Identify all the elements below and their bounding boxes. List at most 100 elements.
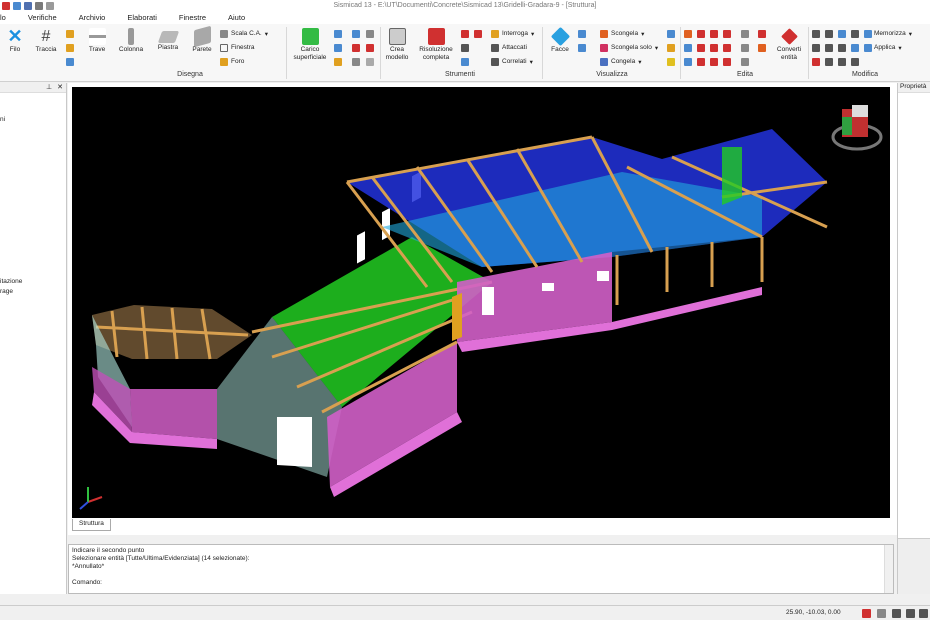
trim-icon[interactable] xyxy=(723,30,731,38)
eraser-icon[interactable] xyxy=(366,58,374,66)
list-item[interactable]: rage xyxy=(0,288,13,295)
list-item[interactable]: ni xyxy=(0,116,5,123)
menu-finestre[interactable]: Finestre xyxy=(168,12,217,24)
close-icon[interactable]: ✕ xyxy=(57,83,63,92)
undo-icon[interactable] xyxy=(812,30,820,38)
pen-icon[interactable] xyxy=(352,58,360,66)
interroga-button[interactable]: Interroga ▾ xyxy=(491,28,534,39)
explode-icon[interactable] xyxy=(758,30,766,38)
zoom-icon[interactable] xyxy=(578,44,586,52)
scala-ca-button[interactable]: Scala C.A. ▾ xyxy=(220,28,268,39)
view-icon[interactable] xyxy=(578,30,586,38)
move-icon[interactable] xyxy=(684,30,692,38)
crea-modello-button[interactable]: Crea modello xyxy=(383,28,411,61)
foro-button[interactable]: Foro xyxy=(220,56,244,67)
segment-icon[interactable] xyxy=(741,30,749,38)
light-icon[interactable] xyxy=(667,58,675,66)
menu-archivio[interactable]: Archivio xyxy=(68,12,117,24)
filo-icon: ✕ xyxy=(7,26,23,46)
fillet-icon[interactable] xyxy=(723,44,731,52)
wind-icon[interactable] xyxy=(461,30,469,38)
command-line[interactable]: Indicare il secondo punto Selezionare en… xyxy=(68,544,894,594)
search-icon[interactable] xyxy=(851,30,859,38)
traccia-button[interactable]: # Traccia xyxy=(30,28,62,54)
menu-lo[interactable]: lo xyxy=(0,12,17,24)
facce-button[interactable]: Facce xyxy=(546,26,574,54)
correlati-button[interactable]: Correlati ▾ xyxy=(491,56,533,67)
line-icon[interactable] xyxy=(66,44,74,52)
risoluzione-completa-button[interactable]: Risoluzione completa xyxy=(414,28,458,61)
node-icon[interactable] xyxy=(741,58,749,66)
command-prompt[interactable]: Comando: xyxy=(72,579,102,586)
view-cube-icon[interactable] xyxy=(831,105,883,151)
menu-elaborati[interactable]: Elaborati xyxy=(116,12,168,24)
copy-icon[interactable] xyxy=(697,30,705,38)
applica-button[interactable]: Applica ▾ xyxy=(874,42,902,53)
bulb-icon[interactable] xyxy=(877,609,886,618)
delete-icon[interactable] xyxy=(812,58,820,66)
command-scrollbar[interactable] xyxy=(884,545,893,593)
offset-icon[interactable] xyxy=(710,58,718,66)
layers-status-icon[interactable] xyxy=(862,609,871,618)
arrows-icon[interactable] xyxy=(334,44,342,52)
scongela-solo-button[interactable]: Scongela solo ▾ xyxy=(600,42,658,53)
diagonal-icon[interactable] xyxy=(741,44,749,52)
array-icon[interactable] xyxy=(684,58,692,66)
congela-button[interactable]: Congela ▾ xyxy=(600,56,641,67)
rotate-icon[interactable] xyxy=(697,58,705,66)
menu-verifiche[interactable]: Verifiche xyxy=(17,12,68,24)
trave-button[interactable]: Trave xyxy=(84,28,110,54)
colonna-button[interactable]: Colonna xyxy=(114,28,148,54)
dimension-icon[interactable] xyxy=(352,44,360,52)
apply-icon[interactable] xyxy=(864,44,872,52)
question-icon[interactable] xyxy=(461,44,469,52)
select-icon[interactable] xyxy=(825,30,833,38)
stair-icon[interactable] xyxy=(474,30,482,38)
filo-button[interactable]: ✕ Filo xyxy=(4,26,26,54)
store-icon[interactable] xyxy=(864,30,872,38)
house-icon[interactable] xyxy=(825,58,833,66)
mirror-icon[interactable] xyxy=(684,44,692,52)
polyline-icon[interactable] xyxy=(66,58,74,66)
viewport-container: Struttura xyxy=(68,83,897,535)
db-icon[interactable] xyxy=(838,30,846,38)
memorizza-button[interactable]: Memorizza ▾ xyxy=(874,28,912,39)
parete-button[interactable]: Parete xyxy=(188,25,216,54)
list-item[interactable]: itazione xyxy=(0,278,22,285)
brush-icon[interactable] xyxy=(461,58,469,66)
props-icon[interactable] xyxy=(851,58,859,66)
triangle-icon[interactable] xyxy=(366,30,374,38)
snap-icon[interactable] xyxy=(892,609,901,618)
grid-toggle-icon[interactable] xyxy=(667,44,675,52)
redo-icon[interactable] xyxy=(812,44,820,52)
tab-struttura[interactable]: Struttura xyxy=(72,519,111,531)
finestra-button[interactable]: Finestra xyxy=(220,42,254,53)
grid-status-icon[interactable] xyxy=(919,609,928,618)
frame-icon[interactable] xyxy=(825,44,833,52)
text-icon[interactable] xyxy=(366,44,374,52)
arrow-down-icon[interactable] xyxy=(334,30,342,38)
layer-icon[interactable] xyxy=(838,58,846,66)
scissors-icon[interactable] xyxy=(838,44,846,52)
piastra-button[interactable]: Piastra xyxy=(152,28,184,52)
paste-icon[interactable] xyxy=(851,44,859,52)
distribute-icon[interactable] xyxy=(334,58,342,66)
join-icon[interactable] xyxy=(758,44,766,52)
extend-icon[interactable] xyxy=(710,44,718,52)
menu-aiuto[interactable]: Aiuto xyxy=(217,12,256,24)
pencil-icon[interactable] xyxy=(66,30,74,38)
freeze-icon xyxy=(600,57,608,66)
carico-superficiale-button[interactable]: Carico superficiale xyxy=(290,28,330,61)
ortho-icon[interactable] xyxy=(906,609,915,618)
attaccati-button[interactable]: Attaccati xyxy=(491,42,527,53)
layers-icon[interactable] xyxy=(667,30,675,38)
stretch-icon[interactable] xyxy=(710,30,718,38)
flask-icon[interactable] xyxy=(352,30,360,38)
scongela-button[interactable]: Scongela ▾ xyxy=(600,28,644,39)
3d-viewport[interactable] xyxy=(72,87,890,518)
converti-entita-button[interactable]: Converti entità xyxy=(772,28,806,61)
break-icon[interactable] xyxy=(723,58,731,66)
group-label-strumenti: Strumenti xyxy=(445,71,475,78)
align-icon[interactable] xyxy=(697,44,705,52)
pin-icon[interactable]: ⊥ xyxy=(46,83,52,92)
